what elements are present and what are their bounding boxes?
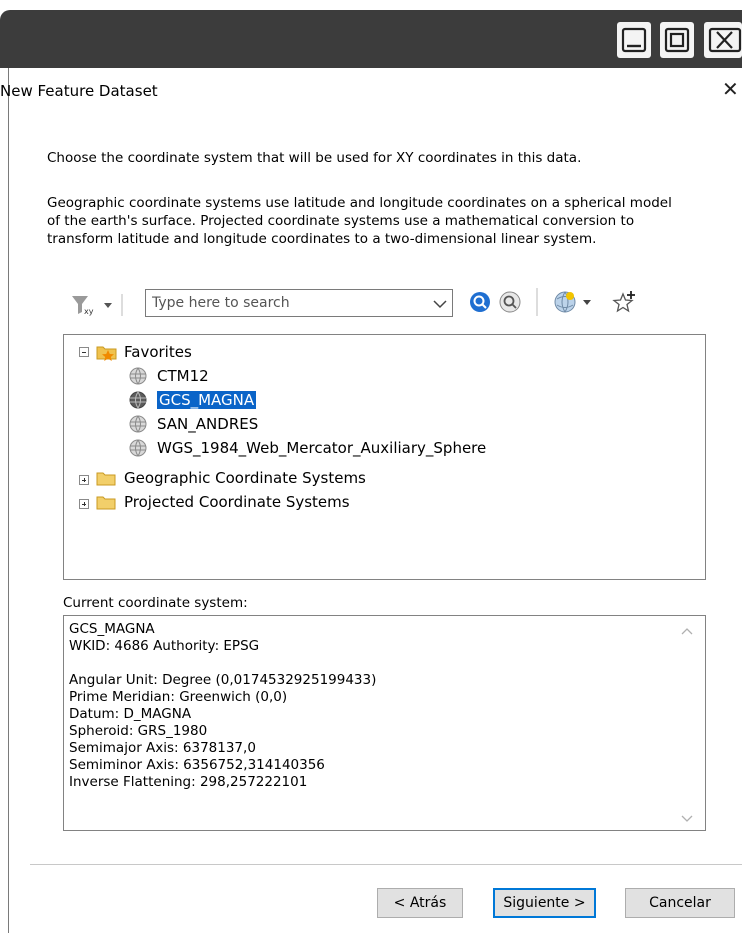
globe-icon — [129, 391, 147, 409]
tree-item-ctm12[interactable]: CTM12 — [157, 364, 209, 388]
svg-text:xy: xy — [84, 307, 94, 316]
close-window-button[interactable] — [704, 22, 742, 58]
info-line: Datum: D_MAGNA — [69, 706, 192, 722]
clear-search-button[interactable] — [498, 290, 522, 318]
scroll-up-icon[interactable] — [681, 626, 693, 636]
intro-text-3: of the earth's surface. Projected coordi… — [47, 213, 635, 229]
info-line: Semiminor Axis: 6356752,314140356 — [69, 757, 325, 773]
search-button[interactable] — [468, 290, 492, 318]
toolbar-separator — [535, 288, 539, 320]
tree-node-favorites[interactable]: Favorites — [124, 340, 192, 364]
tree-node-geographic[interactable]: Geographic Coordinate Systems — [124, 466, 366, 490]
filter-icon: xy — [72, 294, 123, 316]
scroll-down-icon[interactable] — [681, 814, 693, 824]
close-icon — [708, 27, 742, 53]
maximize-icon — [664, 27, 690, 53]
footer-divider — [30, 864, 742, 865]
tree-item-wgs84-web-mercator[interactable]: WGS_1984_Web_Mercator_Auxiliary_Sphere — [157, 436, 486, 460]
intro-text-1: Choose the coordinate system that will b… — [47, 150, 582, 166]
info-line: GCS_MAGNA — [69, 621, 155, 637]
current-coordinate-label: Current coordinate system: — [63, 595, 248, 611]
tree-node-projected[interactable]: Projected Coordinate Systems — [124, 490, 350, 514]
cancel-button[interactable]: Cancelar — [625, 888, 735, 918]
clear-search-icon — [499, 291, 521, 313]
intro-text-2: Geographic coordinate systems use latitu… — [47, 195, 672, 211]
filter-button[interactable]: xy — [70, 292, 124, 322]
back-button[interactable]: < Atrás — [377, 888, 463, 918]
info-line: Angular Unit: Degree (0,0174532925199433… — [69, 672, 377, 688]
screen: New Feature Dataset ✕ Choose the coordin… — [0, 0, 742, 933]
info-line: Semimajor Axis: 6378137,0 — [69, 740, 256, 756]
collapse-icon[interactable] — [79, 347, 89, 357]
minimize-icon — [621, 27, 647, 53]
globe-icon — [129, 439, 147, 457]
next-button[interactable]: Siguiente > — [493, 888, 596, 918]
info-line: Inverse Flattening: 298,257222101 — [69, 774, 308, 790]
search-input[interactable] — [152, 293, 422, 313]
minimize-button[interactable] — [617, 22, 651, 58]
info-line: Spheroid: GRS_1980 — [69, 723, 208, 739]
current-coordinate-details[interactable]: GCS_MAGNA WKID: 4686 Authority: EPSG Ang… — [63, 615, 706, 831]
info-line: Prime Meridian: Greenwich (0,0) — [69, 689, 288, 705]
favorites-folder-icon — [96, 346, 117, 361]
add-coordinate-system-button[interactable] — [553, 290, 597, 318]
dialog-close-icon[interactable]: ✕ — [722, 79, 739, 99]
folder-icon — [96, 496, 116, 510]
tree-item-gcs-magna[interactable]: GCS_MAGNA — [157, 388, 257, 412]
maximize-button[interactable] — [660, 22, 694, 58]
search-field[interactable] — [145, 289, 453, 317]
info-line: WKID: 4686 Authority: EPSG — [69, 638, 260, 654]
tree-item-san-andres[interactable]: SAN_ANDRES — [157, 412, 258, 436]
intro-text-4: transform latitude and longitude coordin… — [47, 231, 597, 247]
selected-label: GCS_MAGNA — [157, 391, 257, 409]
add-to-favorites-button[interactable] — [612, 290, 636, 318]
folder-icon — [96, 472, 116, 486]
expand-icon[interactable] — [79, 499, 89, 509]
globe-icon — [129, 415, 147, 433]
search-icon — [470, 292, 490, 312]
coordinate-system-tree[interactable]: Favorites CTM12 GCS_MAGNA SAN_ANDRES WGS… — [63, 334, 706, 580]
dialog-title: New Feature Dataset — [0, 82, 158, 100]
chevron-down-icon[interactable] — [432, 296, 448, 312]
globe-icon — [129, 367, 147, 385]
globe-icon — [554, 291, 591, 313]
add-favorite-icon — [612, 291, 635, 313]
expand-icon[interactable] — [79, 475, 89, 485]
